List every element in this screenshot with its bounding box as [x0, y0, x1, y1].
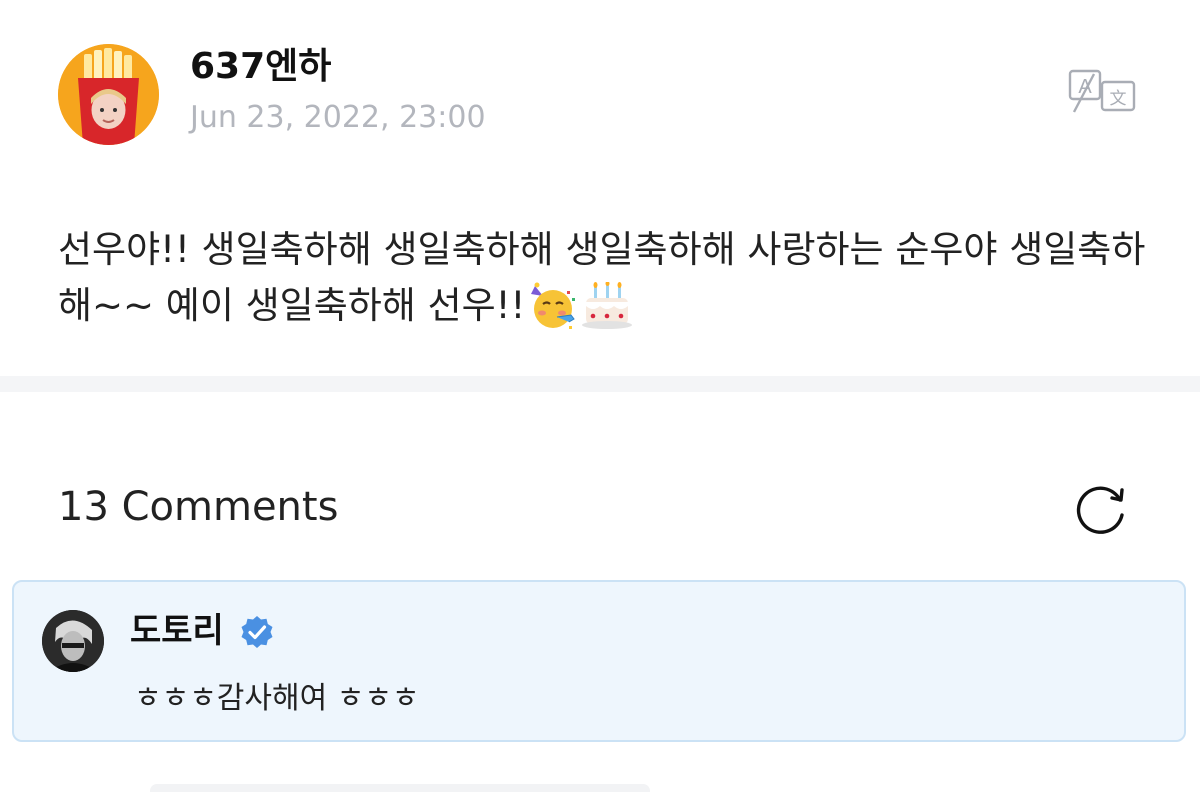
- translate-button[interactable]: A 文: [1064, 64, 1142, 118]
- comment-author-avatar[interactable]: [42, 610, 104, 672]
- post-author-avatar[interactable]: [58, 44, 159, 145]
- refresh-icon: [1076, 486, 1124, 534]
- birthday-cake-icon: [581, 281, 633, 346]
- next-comment-peek: [150, 784, 650, 792]
- section-divider: [0, 376, 1200, 392]
- translate-icon: A 文: [1068, 69, 1136, 113]
- post-date: Jun 23, 2022, 23:00: [190, 100, 486, 135]
- comments-count-heading: 13 Comments: [58, 484, 339, 530]
- svg-text:文: 文: [1110, 89, 1127, 109]
- refresh-button[interactable]: [1072, 479, 1132, 539]
- partying-face-icon: [529, 282, 577, 346]
- highlighted-comment[interactable]: 도토리 ㅎㅎㅎ감사해여 ㅎㅎㅎ: [12, 580, 1186, 742]
- post-page: 637엔하 Jun 23, 2022, 23:00 A 文 선우야!! 생일축하…: [0, 0, 1200, 792]
- post-body: 선우야!! 생일축하해 생일축하해 생일축하해 사랑하는 순우야 생일축하해~~…: [58, 222, 1148, 346]
- artist-avatar-icon: [42, 610, 104, 672]
- post-author-name[interactable]: 637엔하: [190, 43, 331, 91]
- verified-badge-icon: [240, 615, 274, 649]
- comment-text: ㅎㅎㅎ감사해여 ㅎㅎㅎ: [134, 681, 420, 716]
- comment-author-name[interactable]: 도토리: [130, 609, 224, 653]
- french-fries-costume-icon: [58, 44, 159, 145]
